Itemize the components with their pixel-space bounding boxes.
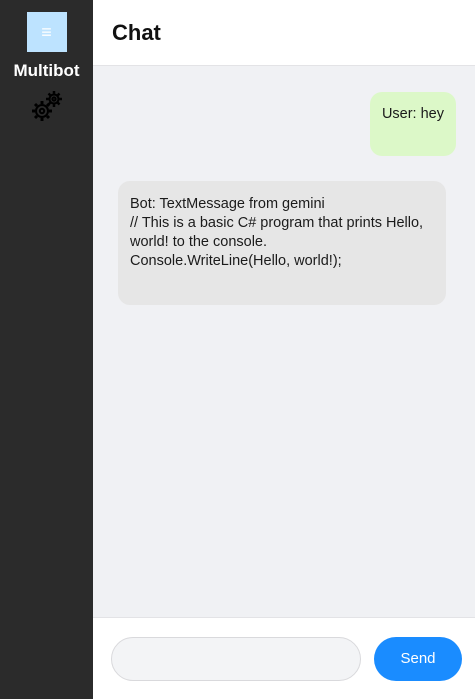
menu-button[interactable]: ≡	[26, 12, 67, 52]
app-brand: Multibot	[13, 61, 80, 80]
settings-button[interactable]	[27, 87, 67, 127]
message-list: User: hey Bot: TextMessage from gemini /…	[93, 66, 475, 617]
bot-message-line: Console.WriteLine(Hello, world!);	[130, 253, 342, 269]
user-message: User: hey	[369, 92, 456, 156]
send-button[interactable]: Send	[374, 636, 462, 681]
chat-header: Chat	[93, 0, 475, 66]
bot-message-line: world! to the console.	[130, 234, 268, 250]
sidebar: ≡ Multibot	[0, 0, 93, 699]
gears-icon	[31, 91, 62, 121]
message-input[interactable]	[111, 636, 361, 681]
page-title: Chat	[112, 19, 161, 45]
composer: Send	[93, 617, 475, 699]
app: ≡ Multibot Chat User: hey Bot: TextMessa…	[0, 0, 475, 699]
bot-message: Bot: TextMessage from gemini // This is …	[118, 181, 446, 305]
user-message-text: User: hey	[381, 106, 444, 122]
bot-message-line: // This is a basic C# program that print…	[130, 215, 424, 231]
chat-panel: Chat User: hey Bot: TextMessage from gem…	[93, 0, 475, 699]
bot-message-line: Bot: TextMessage from gemini	[130, 196, 325, 212]
hamburger-icon: ≡	[41, 22, 52, 42]
